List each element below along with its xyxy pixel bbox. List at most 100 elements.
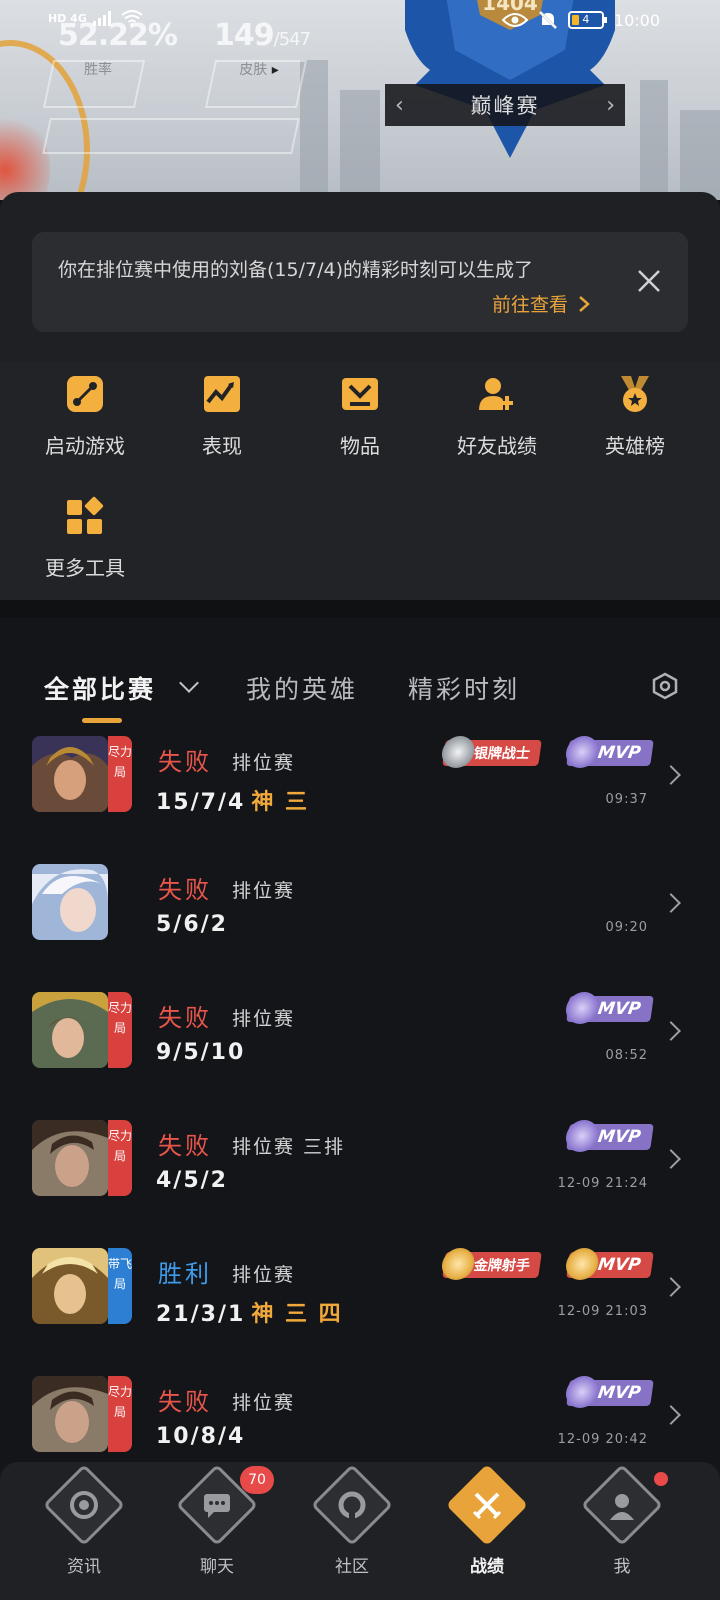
match-time: 12-09 21:03 bbox=[557, 1304, 648, 1319]
match-row[interactable]: 尽力局 失败 排位赛 三排 4/5/2 MVP 12-09 21:24 bbox=[0, 1104, 720, 1232]
match-time: 08:52 bbox=[605, 1048, 648, 1063]
crossed-swords-icon bbox=[445, 1463, 529, 1547]
banner-building bbox=[680, 110, 720, 200]
match-time: 12-09 20:42 bbox=[557, 1432, 648, 1447]
game-launch-icon bbox=[67, 376, 103, 412]
notice-action-label: 前往查看 bbox=[492, 294, 569, 316]
match-kda: 15/7/4 神 三 bbox=[156, 784, 309, 816]
hero-avatar bbox=[32, 1120, 108, 1196]
network-type: HD 4G bbox=[48, 11, 87, 25]
match-mode: 排位赛 bbox=[232, 752, 296, 774]
match-tag: 尽力局 bbox=[108, 1376, 132, 1452]
nav-label: 聊天 bbox=[200, 1557, 234, 1577]
mvp-badge: MVP bbox=[563, 1120, 654, 1152]
kda-value: 4/5/2 bbox=[156, 1168, 228, 1193]
tab-all-matches[interactable]: 全部比赛 bbox=[44, 670, 156, 706]
nav-news[interactable]: 资讯 bbox=[24, 1462, 144, 1577]
match-row[interactable]: 失败 排位赛 5/6/2 09:20 bbox=[0, 848, 720, 976]
nav-records[interactable]: 战绩 bbox=[427, 1462, 547, 1577]
close-icon[interactable] bbox=[636, 268, 662, 294]
skins-label: 皮肤 bbox=[239, 62, 268, 78]
badge-label: MVP bbox=[596, 1255, 642, 1275]
gold-marksman-badge: 金牌射手 bbox=[439, 1248, 542, 1280]
medal-icon bbox=[439, 1248, 477, 1280]
badge-label: 金牌射手 bbox=[472, 1258, 531, 1274]
mvp-badge: MVP bbox=[563, 1376, 654, 1408]
god-marks: 神 三 bbox=[251, 790, 309, 815]
match-kda: 10/8/4 bbox=[156, 1424, 245, 1449]
mvp-badge: MVP bbox=[563, 1248, 654, 1280]
match-time: 12-09 21:24 bbox=[557, 1176, 648, 1191]
notice-message: 你在排位赛中使用的刘备(15/7/4)的精彩时刻可以生成了 bbox=[58, 259, 533, 281]
tool-launch-game[interactable]: 启动游戏 bbox=[16, 362, 154, 459]
banner-building bbox=[300, 60, 328, 200]
tool-friend-records[interactable]: 好友战绩 bbox=[428, 362, 566, 459]
match-tag: 尽力局 bbox=[108, 736, 132, 812]
badge-label: MVP bbox=[596, 743, 642, 763]
banner-building bbox=[640, 80, 668, 200]
tool-performance[interactable]: 表现 bbox=[153, 362, 291, 459]
nav-label: 战绩 bbox=[470, 1557, 504, 1577]
nav-label: 我 bbox=[613, 1557, 631, 1577]
match-kda: 21/3/1 神 三 四 bbox=[156, 1296, 343, 1328]
highlight-notice[interactable]: 你在排位赛中使用的刘备(15/7/4)的精彩时刻可以生成了 前往查看 bbox=[32, 232, 688, 332]
match-kda: 5/6/2 bbox=[156, 912, 228, 937]
match-row[interactable]: 带飞局 胜利 排位赛 21/3/1 神 三 四 金牌射手 MVP 12-09 21… bbox=[0, 1232, 720, 1360]
chat-unread-badge: 70 bbox=[240, 1466, 274, 1494]
match-result: 胜利 bbox=[158, 1260, 212, 1288]
chevron-right-icon bbox=[661, 893, 681, 913]
battery-level: 4 bbox=[582, 13, 590, 26]
match-result: 失败 bbox=[158, 876, 212, 904]
match-result: 失败 bbox=[158, 748, 212, 776]
tool-label: 更多工具 bbox=[45, 556, 125, 580]
stats-frame bbox=[42, 118, 300, 154]
chevron-right-icon bbox=[661, 765, 681, 785]
trophy-icon bbox=[563, 1248, 601, 1280]
match-result: 失败 bbox=[158, 1132, 212, 1160]
season-selector[interactable]: ‹ 巅峰赛 › bbox=[385, 84, 625, 126]
trophy-icon bbox=[563, 1376, 601, 1408]
tool-more[interactable]: 更多工具 bbox=[16, 484, 154, 581]
badge-label: MVP bbox=[596, 1383, 642, 1403]
trophy-icon bbox=[563, 736, 601, 768]
performance-chart-icon bbox=[204, 376, 240, 412]
silver-warrior-badge: 银牌战士 bbox=[439, 736, 542, 768]
chevron-down-icon[interactable] bbox=[179, 673, 199, 693]
nav-community[interactable]: 社区 bbox=[292, 1462, 412, 1577]
medal-icon bbox=[439, 736, 477, 768]
badge-label: MVP bbox=[596, 1127, 642, 1147]
signal-icon bbox=[92, 11, 111, 26]
season-next-icon[interactable]: › bbox=[606, 93, 615, 118]
bottom-navigation: 资讯 聊天 社区 战绩 我 bbox=[0, 1462, 720, 1600]
mute-bell-icon bbox=[538, 10, 557, 30]
tool-label: 物品 bbox=[340, 434, 380, 458]
kda-value: 15/7/4 bbox=[156, 790, 246, 815]
mvp-badge: MVP bbox=[563, 736, 654, 768]
battery-icon: 4 bbox=[567, 11, 607, 29]
tab-my-heroes[interactable]: 我的英雄 bbox=[246, 670, 358, 706]
tool-hero-ranking[interactable]: 英雄榜 bbox=[566, 362, 704, 459]
season-label: 巅峰赛 bbox=[470, 94, 540, 118]
hero-avatar bbox=[32, 1376, 108, 1452]
match-tag: 尽力局 bbox=[108, 992, 132, 1068]
season-prev-icon[interactable]: ‹ bbox=[395, 93, 404, 118]
status-network: HD 4G bbox=[48, 10, 143, 26]
profile-avatar-icon bbox=[580, 1463, 664, 1547]
hero-avatar bbox=[32, 992, 108, 1068]
tool-label: 英雄榜 bbox=[605, 434, 665, 458]
match-row[interactable]: 尽力局 失败 排位赛 9/5/10 MVP 08:52 bbox=[0, 976, 720, 1104]
match-tag: 尽力局 bbox=[108, 1120, 132, 1196]
tool-label: 表现 bbox=[202, 434, 242, 458]
more-tools-icon bbox=[67, 496, 104, 534]
trophy-icon bbox=[563, 992, 601, 1024]
settings-hexagon-icon[interactable] bbox=[652, 672, 678, 700]
match-mode: 排位赛 bbox=[232, 1392, 296, 1414]
items-icon bbox=[342, 378, 378, 410]
notice-view-link[interactable]: 前往查看 bbox=[492, 290, 590, 317]
tab-highlights[interactable]: 精彩时刻 bbox=[408, 670, 520, 706]
tool-items[interactable]: 物品 bbox=[291, 362, 429, 459]
nav-label: 资讯 bbox=[67, 1557, 101, 1577]
mvp-badge: MVP bbox=[563, 992, 654, 1024]
chevron-right-icon bbox=[661, 1405, 681, 1425]
match-row[interactable]: 尽力局 失败 排位赛 15/7/4 神 三 银牌战士 MVP 09:37 bbox=[0, 720, 720, 848]
